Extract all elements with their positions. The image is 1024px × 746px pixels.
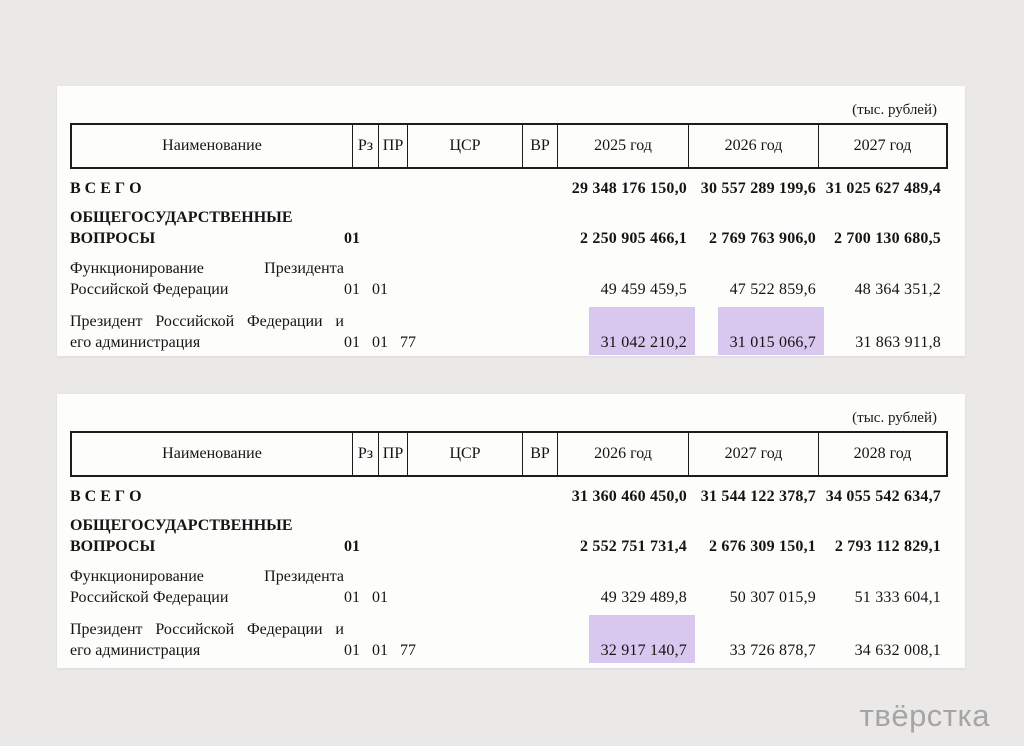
value-2025-highlighted: 31 042 210,2 bbox=[601, 332, 687, 353]
header-csr: ЦСР bbox=[407, 125, 522, 167]
value-2028: 34 632 008,1 bbox=[855, 642, 941, 659]
row-label: В С Е Г О bbox=[70, 178, 344, 199]
csr-code: 77 bbox=[400, 640, 440, 661]
row-label-line1: Президент Российской Федерации и bbox=[70, 311, 344, 332]
header-year-2: 2027 год bbox=[688, 433, 818, 475]
table-row-total: В С Е Г О 31 360 460 450,0 31 544 122 37… bbox=[70, 486, 941, 507]
table-header-row: Наименование Рз ПР ЦСР ВР 2025 год 2026 … bbox=[70, 123, 948, 169]
value-2026: 31 360 460 450,0 bbox=[572, 488, 687, 505]
value-2026-highlighted: 31 015 066,7 bbox=[730, 332, 816, 353]
value-2026: 49 329 489,8 bbox=[601, 589, 687, 606]
value-2027: 2 676 309 150,1 bbox=[709, 538, 816, 555]
row-label-line2: его администрация bbox=[70, 332, 344, 353]
table-row-total: В С Е Г О 29 348 176 150,0 30 557 289 19… bbox=[70, 178, 941, 199]
row-label-line1: Функционирование Президента bbox=[70, 566, 344, 587]
budget-table-card-2025-2027: (тыс. рублей) Наименование Рз ПР ЦСР ВР … bbox=[57, 86, 965, 356]
rz-code: 01 bbox=[344, 228, 372, 249]
value-2027: 31 025 627 489,4 bbox=[826, 180, 941, 197]
row-label-line2: Российской Федерации bbox=[70, 279, 344, 300]
screenshot-stage: (тыс. рублей) Наименование Рз ПР ЦСР ВР … bbox=[0, 0, 1024, 746]
row-label-line2: Российской Федерации bbox=[70, 587, 344, 608]
header-rz: Рз bbox=[352, 433, 378, 475]
header-year-1: 2026 год bbox=[557, 433, 688, 475]
verstka-watermark: твёрстка bbox=[860, 698, 990, 734]
row-label-line1: Президент Российской Федерации и bbox=[70, 619, 344, 640]
header-name: Наименование bbox=[72, 433, 352, 475]
header-year-1: 2025 год bbox=[557, 125, 688, 167]
value-2027: 50 307 015,9 bbox=[730, 589, 816, 606]
row-label-line2: его администрация bbox=[70, 640, 344, 661]
table-row-president-administration: Президент Российской Федерации и его адм… bbox=[70, 311, 941, 353]
rz-code: 01 bbox=[344, 536, 372, 557]
value-2027: 33 726 878,7 bbox=[730, 642, 816, 659]
header-year-2: 2026 год bbox=[688, 125, 818, 167]
value-2027: 31 863 911,8 bbox=[855, 334, 941, 351]
value-2025: 2 250 905 466,1 bbox=[580, 230, 687, 247]
value-2028: 34 055 542 634,7 bbox=[826, 488, 941, 505]
rz-code: 01 bbox=[344, 332, 372, 353]
value-2027: 31 544 122 378,7 bbox=[701, 488, 816, 505]
table-row-president-administration: Президент Российской Федерации и его адм… bbox=[70, 619, 941, 661]
table-row-section-01: ОБЩЕГОСУДАРСТВЕННЫЕ ВОПРОСЫ 01 2 552 751… bbox=[70, 515, 941, 557]
csr-code: 77 bbox=[400, 332, 440, 353]
value-2028: 51 333 604,1 bbox=[855, 589, 941, 606]
row-label-line2: ВОПРОСЫ bbox=[70, 228, 344, 249]
table-body: В С Е Г О 29 348 176 150,0 30 557 289 19… bbox=[70, 169, 941, 353]
row-label-line2: ВОПРОСЫ bbox=[70, 536, 344, 557]
row-label-line1: ОБЩЕГОСУДАРСТВЕННЫЕ bbox=[70, 207, 344, 228]
value-2026: 2 769 763 906,0 bbox=[709, 230, 816, 247]
table-header-row: Наименование Рз ПР ЦСР ВР 2026 год 2027 … bbox=[70, 431, 948, 477]
pr-code: 01 bbox=[372, 640, 400, 661]
header-year-3: 2027 год bbox=[818, 125, 946, 167]
value-2026-highlighted: 32 917 140,7 bbox=[601, 640, 687, 661]
pr-code: 01 bbox=[372, 332, 400, 353]
table-body: В С Е Г О 31 360 460 450,0 31 544 122 37… bbox=[70, 477, 941, 661]
rz-code: 01 bbox=[344, 587, 372, 608]
row-label-line1: Функционирование Президента bbox=[70, 258, 344, 279]
pr-code: 01 bbox=[372, 587, 400, 608]
rz-code: 01 bbox=[344, 279, 372, 300]
value-2027: 48 364 351,2 bbox=[855, 281, 941, 298]
value-2027: 2 700 130 680,5 bbox=[834, 230, 941, 247]
header-year-3: 2028 год bbox=[818, 433, 946, 475]
header-csr: ЦСР bbox=[407, 433, 522, 475]
header-vr: ВР bbox=[522, 125, 557, 167]
header-pr: ПР bbox=[378, 433, 407, 475]
units-label: (тыс. рублей) bbox=[852, 410, 937, 427]
row-label: В С Е Г О bbox=[70, 486, 344, 507]
pr-code: 01 bbox=[372, 279, 400, 300]
value-2025: 49 459 459,5 bbox=[601, 281, 687, 298]
value-2025: 29 348 176 150,0 bbox=[572, 180, 687, 197]
table-row-president-functioning: Функционирование Президента Российской Ф… bbox=[70, 566, 941, 608]
table-row-section-01: ОБЩЕГОСУДАРСТВЕННЫЕ ВОПРОСЫ 01 2 250 905… bbox=[70, 207, 941, 249]
header-rz: Рз bbox=[352, 125, 378, 167]
budget-table-card-2026-2028: (тыс. рублей) Наименование Рз ПР ЦСР ВР … bbox=[57, 394, 965, 668]
header-name: Наименование bbox=[72, 125, 352, 167]
rz-code: 01 bbox=[344, 640, 372, 661]
table-row-president-functioning: Функционирование Президента Российской Ф… bbox=[70, 258, 941, 300]
value-2026: 2 552 751 731,4 bbox=[580, 538, 687, 555]
value-2026: 47 522 859,6 bbox=[730, 281, 816, 298]
header-pr: ПР bbox=[378, 125, 407, 167]
value-2028: 2 793 112 829,1 bbox=[835, 538, 941, 555]
value-2026: 30 557 289 199,6 bbox=[701, 180, 816, 197]
row-label-line1: ОБЩЕГОСУДАРСТВЕННЫЕ bbox=[70, 515, 344, 536]
header-vr: ВР bbox=[522, 433, 557, 475]
units-label: (тыс. рублей) bbox=[852, 102, 937, 119]
